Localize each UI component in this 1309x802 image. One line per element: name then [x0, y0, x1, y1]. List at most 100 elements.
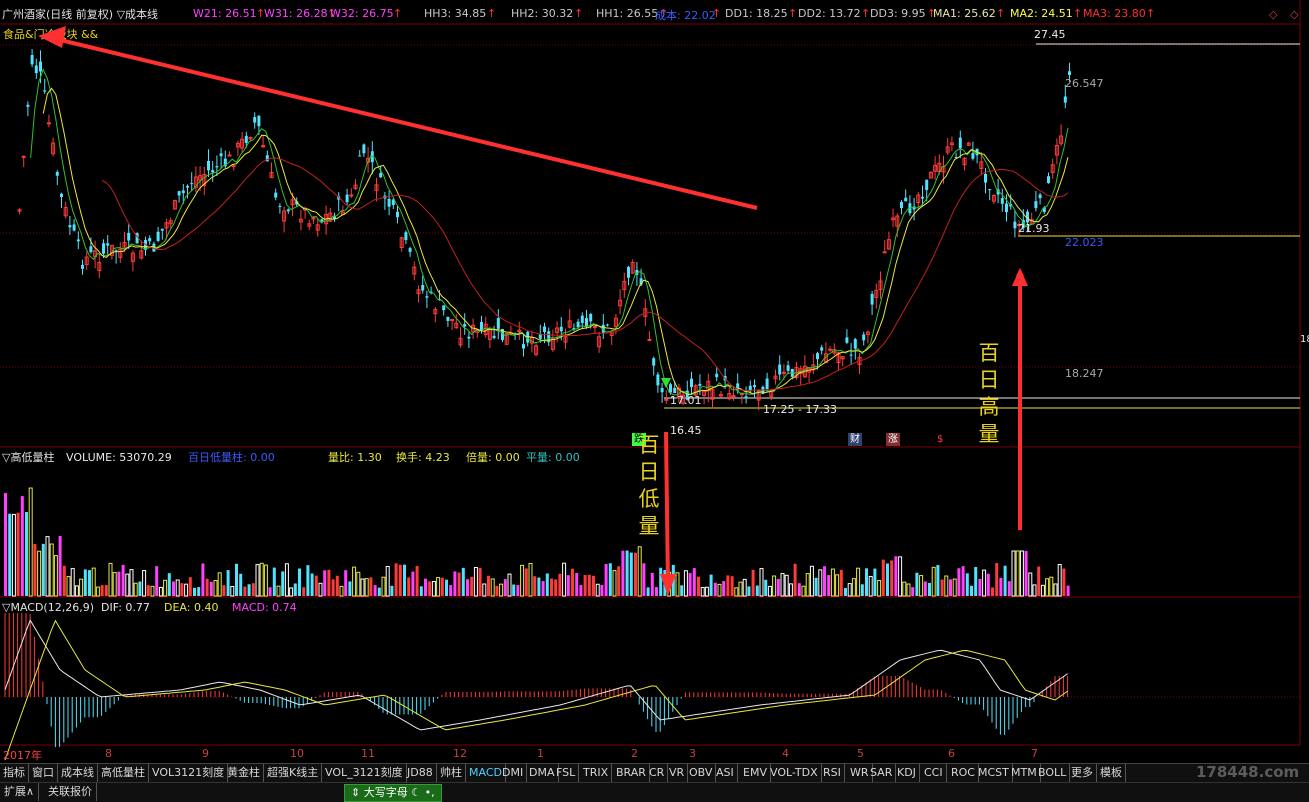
- volume-bar: [931, 566, 936, 597]
- volume-bar: [457, 572, 461, 596]
- tab-1[interactable]: 窗口: [29, 764, 58, 782]
- tab-16[interactable]: CR: [646, 764, 669, 782]
- tab-8[interactable]: JD88: [404, 764, 437, 782]
- volume-bar: [1007, 581, 1011, 596]
- related-quotes-button[interactable]: 关联报价: [44, 783, 97, 801]
- candle-body: [278, 205, 282, 207]
- tab-30[interactable]: BOLL: [1035, 764, 1071, 782]
- volume-bar: [263, 564, 268, 597]
- candle-body: [127, 232, 131, 241]
- candle-body: [231, 165, 236, 168]
- dif-value: DIF: 0.77: [101, 601, 150, 614]
- volume-bar: [533, 576, 537, 596]
- tab-7[interactable]: VOL_3121刻度: [322, 764, 407, 782]
- macd-title[interactable]: ▽MACD(12,26,9): [2, 600, 94, 616]
- candle-body: [55, 172, 59, 176]
- volume-bar: [952, 578, 957, 597]
- volume-bar: [167, 573, 171, 596]
- tab-22[interactable]: RSI: [820, 764, 845, 782]
- tab-11[interactable]: DMI: [499, 764, 528, 782]
- candle-body: [900, 201, 903, 209]
- tab-19[interactable]: ASI: [713, 764, 738, 782]
- candle-body: [1005, 203, 1008, 213]
- candle-body: [349, 194, 354, 197]
- event-tag-rise[interactable]: 涨: [886, 433, 900, 446]
- tab-4[interactable]: VOL3121刻度: [149, 764, 229, 782]
- tab-14[interactable]: TRIX: [580, 764, 613, 782]
- tab-17[interactable]: VR: [666, 764, 689, 782]
- candle-body: [925, 179, 929, 191]
- candle-body: [467, 336, 471, 339]
- tab-9[interactable]: 帅柱: [437, 764, 466, 782]
- volume-bar: [697, 576, 700, 596]
- volume-bar: [713, 582, 717, 596]
- candle-body: [244, 135, 248, 143]
- chart-canvas[interactable]: [0, 0, 1309, 763]
- volume-bar: [445, 579, 448, 596]
- flat-volume: 平量: 0.00: [526, 451, 580, 464]
- volume-bar: [646, 587, 650, 596]
- volume-bar: [461, 567, 465, 596]
- macd-indicator-header: ▽MACD(12,26,9) DIF: 0.77 DEA: 0.40 MACD:…: [0, 600, 1309, 616]
- candle-body: [102, 243, 105, 254]
- volume-bar: [490, 578, 495, 597]
- volume-title[interactable]: ▽高低量柱: [2, 450, 54, 466]
- tab-3[interactable]: 高低量柱: [98, 764, 149, 782]
- volume-bar: [961, 566, 965, 596]
- tab-2[interactable]: 成本线: [58, 764, 98, 782]
- candle-body: [820, 347, 824, 351]
- time-axis-label: 2017年: [3, 749, 42, 762]
- volume-bar: [436, 577, 441, 597]
- volume-bar: [1011, 550, 1016, 597]
- volume-bar: [217, 572, 222, 597]
- tab-0[interactable]: 指标: [0, 764, 29, 782]
- tab-26[interactable]: CCI: [921, 764, 947, 782]
- volume-bar: [428, 581, 432, 596]
- candle-body: [971, 153, 975, 159]
- volume-bar: [193, 587, 196, 596]
- volume-bar: [936, 565, 940, 596]
- volume-bar: [356, 571, 361, 597]
- candle-body: [43, 90, 47, 92]
- tab-6[interactable]: 超强K线主: [264, 764, 323, 782]
- volume-bar: [830, 568, 835, 597]
- tab-24[interactable]: SAR: [867, 764, 897, 782]
- tab-31[interactable]: 更多: [1068, 764, 1097, 782]
- volume-bar: [940, 579, 944, 596]
- event-tag-finance[interactable]: 财: [848, 433, 862, 446]
- volume-bar: [965, 573, 969, 596]
- volume-bar: [411, 571, 415, 596]
- tab-21[interactable]: VOL-TDX: [767, 764, 822, 782]
- expand-button[interactable]: 扩展∧: [0, 783, 40, 801]
- tab-25[interactable]: KDJ: [894, 764, 920, 782]
- volume-bar: [595, 583, 600, 597]
- ime-indicator[interactable]: ⇕ 大写字母 ☾ •,: [344, 784, 442, 802]
- volume-bars: [4, 487, 1070, 597]
- candle-body: [828, 348, 833, 351]
- volume-bar: [784, 574, 789, 597]
- candle-body: [715, 373, 719, 378]
- candle-body: [156, 231, 160, 241]
- tab-32[interactable]: 模板: [1097, 764, 1126, 782]
- tab-13[interactable]: FSL: [553, 764, 580, 782]
- candle-body: [396, 211, 399, 218]
- volume-bar: [999, 577, 1003, 596]
- candle-body: [862, 334, 866, 341]
- candle-body: [921, 196, 924, 199]
- bottom-bar: 扩展∧ 关联报价 ⇕ 大写字母 ☾ •, 178448.com: [0, 763, 1309, 802]
- volume-bar: [8, 513, 12, 596]
- volume-bar: [487, 575, 490, 596]
- ma1-line: [30, 68, 1069, 396]
- volume-bar: [1037, 566, 1041, 596]
- volume-bar: [524, 568, 528, 596]
- volume-bar: [562, 562, 567, 597]
- volume-bar: [1049, 576, 1054, 597]
- tab-5[interactable]: 黄金柱: [224, 764, 264, 782]
- tab-18[interactable]: OBV: [686, 764, 717, 782]
- volume-bar: [373, 585, 377, 596]
- candle-body: [39, 61, 42, 72]
- volume-bar: [364, 578, 369, 597]
- volume-bar: [650, 572, 654, 596]
- tab-15[interactable]: BRAR: [613, 764, 650, 782]
- event-tag-dollar[interactable]: $: [935, 433, 945, 446]
